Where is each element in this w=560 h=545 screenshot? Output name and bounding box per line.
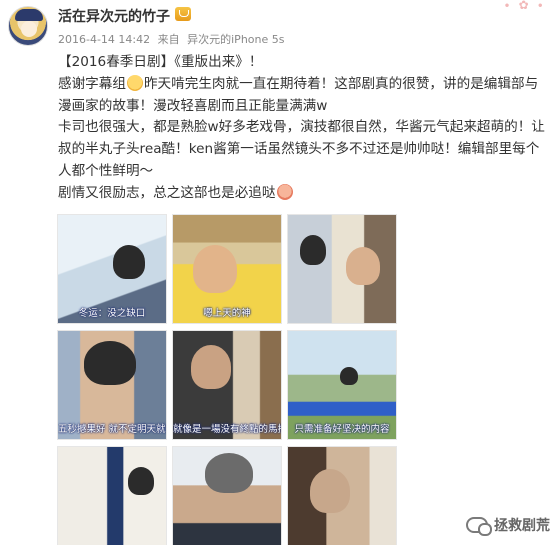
image-caption: 就像是一場没有終點的馬拉松 bbox=[173, 424, 281, 435]
figure-shape bbox=[346, 247, 380, 285]
shy-emoji-icon bbox=[276, 183, 293, 200]
crown-badge-icon[interactable] bbox=[175, 7, 191, 21]
image-caption: 冬运：没之缺口 bbox=[78, 308, 146, 319]
crying-emoji-icon bbox=[126, 74, 143, 91]
post-image[interactable]: 五秒撼果好 就不定明天就能… bbox=[57, 330, 167, 440]
post-image[interactable]: 就像是一場没有終點的馬拉松 bbox=[172, 330, 282, 440]
post-source: 异次元的iPhone 5s bbox=[187, 33, 285, 46]
figure-shape bbox=[205, 453, 253, 493]
post-meta: 2016-4-14 14:42 来自 异次元的iPhone 5s bbox=[58, 31, 288, 47]
avatar-face bbox=[21, 21, 37, 37]
image-caption: 嗯上天的神 bbox=[203, 308, 251, 319]
decor-dots-icon: ∙ ✿ ∙ bbox=[503, 0, 546, 12]
post-body: 【2016春季日剧】《重版出来》！ 感谢字幕组 昨天啃完生肉就一直在期待着！这部剧… bbox=[58, 52, 558, 205]
image-caption: 五秒撼果好 就不定明天就能… bbox=[58, 424, 166, 435]
post-line: 感谢字幕组 昨天啃完生肉就一直在期待着！这部剧真的很赞，讲的是编辑部与 bbox=[58, 74, 558, 96]
post-image[interactable] bbox=[287, 214, 397, 324]
post-line: 剧情又很励志，总之这部也是必追哒 bbox=[58, 183, 558, 205]
watermark: 拯救剧荒 bbox=[466, 515, 550, 536]
watermark-text: 拯救剧荒 bbox=[494, 518, 550, 534]
post-image[interactable]: 冬运：没之缺口 bbox=[57, 214, 167, 324]
post-text: 感谢字幕组 bbox=[58, 75, 126, 92]
figure-shape bbox=[84, 341, 136, 385]
figure-shape bbox=[300, 235, 326, 265]
post-image[interactable] bbox=[172, 446, 282, 545]
post-line: 叔的半丸子头rea酷！ken酱第一话虽然镜头不多不过还是帅帅哒！编辑部里每个 bbox=[58, 141, 540, 158]
post-text: 剧情又很励志，总之这部也是必追哒 bbox=[58, 184, 276, 201]
figure-shape bbox=[193, 245, 237, 293]
figure-shape bbox=[310, 469, 350, 513]
post-time[interactable]: 2016-4-14 14:42 bbox=[58, 33, 150, 46]
figure-shape bbox=[191, 345, 231, 389]
username-link[interactable]: 活在异次元的竹子 bbox=[58, 6, 170, 26]
post-line: 人都个性鲜明～ bbox=[58, 162, 154, 179]
image-caption: 只需准备好坚决的内容 bbox=[294, 424, 390, 435]
post-image[interactable] bbox=[57, 446, 167, 545]
post-line: 卡司也很强大，都是熟脸w好多老戏骨，演技都很自然，华酱元气起来超萌的！让 bbox=[58, 119, 545, 136]
figure-shape bbox=[128, 467, 154, 495]
post-image[interactable] bbox=[287, 446, 397, 545]
wechat-icon bbox=[466, 517, 492, 536]
avatar[interactable] bbox=[8, 6, 48, 46]
avatar-hat bbox=[15, 9, 43, 21]
post-line: 漫画家的故事！漫改轻喜剧而且正能量满满w bbox=[58, 97, 328, 114]
post-image[interactable]: 嗯上天的神 bbox=[172, 214, 282, 324]
post-text: 昨天啃完生肉就一直在期待着！这部剧真的很赞，讲的是编辑部与 bbox=[143, 75, 539, 92]
post-line: 【2016春季日剧】《重版出来》！ bbox=[58, 54, 263, 70]
figure-shape bbox=[113, 245, 145, 279]
via-label: 来自 bbox=[157, 33, 180, 46]
figure-shape bbox=[340, 367, 358, 385]
post-image[interactable]: 只需准备好坚决的内容 bbox=[287, 330, 397, 440]
